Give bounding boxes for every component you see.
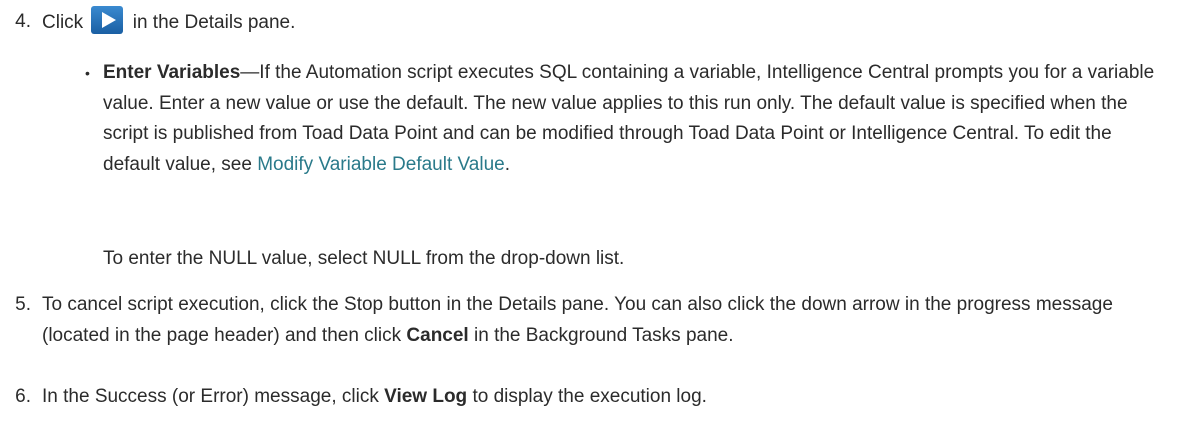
step-number: 6. [15, 386, 31, 407]
play-icon [91, 6, 124, 34]
view-log-label: View Log [384, 386, 468, 407]
step-text: Click [42, 12, 84, 33]
step-number: 5. [15, 294, 31, 315]
step-number: 4. [15, 11, 31, 32]
bullet-term: Enter Variables [103, 62, 241, 83]
modify-variable-link[interactable]: Modify Variable Default Value [257, 154, 504, 175]
cancel-label: Cancel [406, 325, 469, 346]
bullet-dot: • [85, 65, 90, 81]
null-note: To enter the NULL value, select NULL fro… [103, 248, 625, 269]
step-text: in the Details pane. [132, 12, 296, 33]
